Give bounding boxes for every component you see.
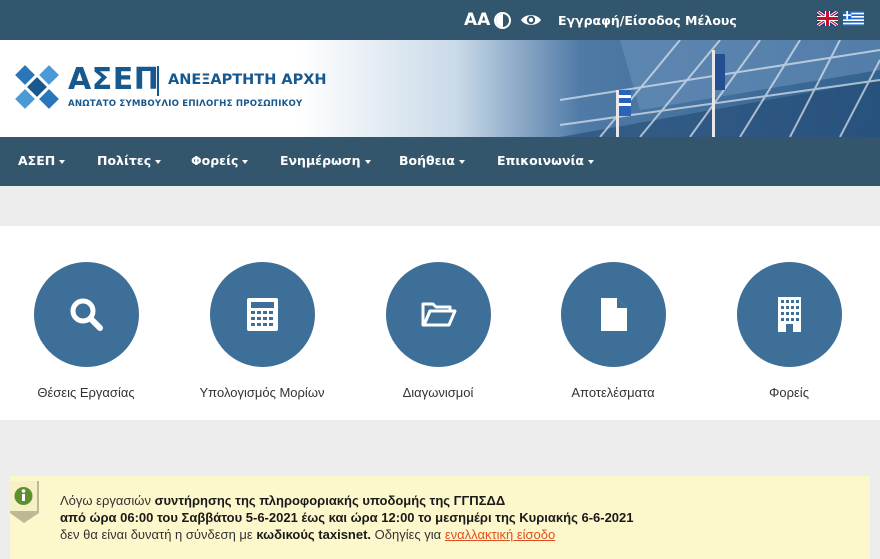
shortcut-label[interactable]: Αποτελέσματα xyxy=(523,385,703,401)
notice-line-2: από ώρα 06:00 του Σαββάτου 5-6-2021 έως … xyxy=(60,510,634,525)
contrast-icon[interactable] xyxy=(494,12,511,29)
shortcut-points-calculator[interactable] xyxy=(210,262,315,367)
login-link[interactable]: Εγγραφή/Είσοδος Μέλους xyxy=(558,13,737,29)
notice-line-1: Λόγω εργασιών συντήρησης της πληροφοριακ… xyxy=(60,493,506,508)
shortcut-job-positions[interactable] xyxy=(34,262,139,367)
caret-down-icon xyxy=(155,159,162,164)
caret-down-icon xyxy=(459,159,466,164)
nav-item-label: Ενημέρωση xyxy=(280,153,361,168)
shortcut-label[interactable]: Θέσεις Εργασίας xyxy=(0,385,176,401)
asep-logo-icon xyxy=(15,65,59,109)
caret-down-icon xyxy=(242,159,249,164)
main-nav: ΑΣΕΠ Πολίτες Φορείς Ενημέρωση Βοήθεια Επ… xyxy=(0,137,880,186)
nav-item-citizens[interactable]: Πολίτες xyxy=(97,153,162,169)
search-icon xyxy=(70,298,103,331)
info-icon xyxy=(10,481,39,523)
shortcut-agencies[interactable] xyxy=(737,262,842,367)
eye-icon[interactable] xyxy=(520,12,542,28)
caret-down-icon xyxy=(364,159,371,164)
nav-item-label: Βοήθεια xyxy=(399,153,456,168)
nav-item-contact[interactable]: Επικοινωνία xyxy=(497,153,594,169)
nav-item-label: Επικοινωνία xyxy=(497,153,584,168)
maintenance-notice: Λόγω εργασιών συντήρησης της πληροφοριακ… xyxy=(10,476,870,559)
notice-line-3: δεν θα είναι δυνατή η σύνδεση με κωδικού… xyxy=(60,527,556,542)
nav-item-label: Πολίτες xyxy=(97,153,152,168)
caret-down-icon xyxy=(59,159,66,164)
top-utility-bar: AA Εγγραφή/Είσοδος Μέλους xyxy=(0,0,880,40)
calculator-icon xyxy=(247,298,278,331)
nav-item-agencies[interactable]: Φορείς xyxy=(191,153,249,169)
nav-item-label: ΑΣΕΠ xyxy=(18,153,56,168)
site-banner: ΑΣΕΠ ΑΝΕΞΑΡΤΗΤΗ ΑΡΧΗ ΑΝΩΤΑΤΟ ΣΥΜΒΟΥΛΙΟ Ε… xyxy=(0,40,880,137)
nav-item-label: Φορείς xyxy=(191,153,239,168)
caret-down-icon xyxy=(588,159,594,164)
logo-divider xyxy=(157,66,159,96)
logo-subtitle: ΑΝΕΞΑΡΤΗΤΗ ΑΡΧΗ xyxy=(168,72,327,88)
shortcut-label[interactable]: Διαγωνισμοί xyxy=(348,385,528,401)
greek-flag-icon[interactable] xyxy=(843,11,864,26)
nav-item-news[interactable]: Ενημέρωση xyxy=(280,153,371,169)
folder-open-icon xyxy=(421,302,457,327)
shortcut-results[interactable] xyxy=(561,262,666,367)
logo-name: ΑΣΕΠ xyxy=(68,62,160,97)
notice-text: Λόγω εργασιών συντήρησης της πληροφοριακ… xyxy=(60,492,860,543)
font-size-label: AA xyxy=(464,10,491,30)
font-size-toggle[interactable]: AA xyxy=(464,10,490,30)
shortcut-label[interactable]: Φορείς xyxy=(699,385,879,401)
alternative-login-link[interactable]: εναλλακτική είσοδο xyxy=(445,527,555,542)
english-flag-icon[interactable] xyxy=(817,11,838,26)
building-icon xyxy=(778,297,801,332)
document-icon xyxy=(601,298,627,331)
nav-item-help[interactable]: Βοήθεια xyxy=(399,153,466,169)
shortcuts-panel: Θέσεις Εργασίας Υπολογισμός Μορίων Διαγω… xyxy=(0,226,880,420)
shortcut-label[interactable]: Υπολογισμός Μορίων xyxy=(172,385,352,401)
shortcut-competitions[interactable] xyxy=(386,262,491,367)
nav-item-asep[interactable]: ΑΣΕΠ xyxy=(18,153,66,169)
logo-tagline: ΑΝΩΤΑΤΟ ΣΥΜΒΟΥΛΙΟ ΕΠΙΛΟΓΗΣ ΠΡΟΣΩΠΙΚΟΥ xyxy=(68,99,303,109)
